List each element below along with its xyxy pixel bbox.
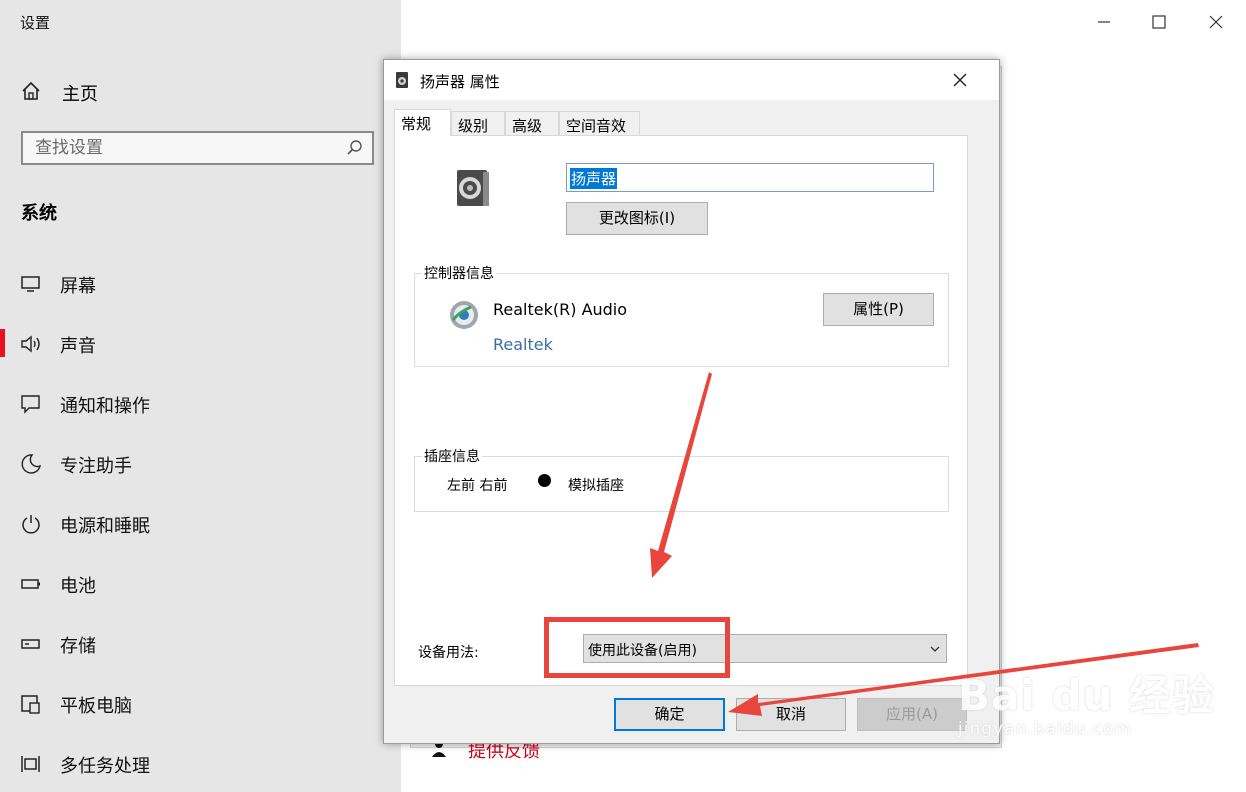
tab-general[interactable]: 常规 bbox=[394, 109, 451, 136]
baidu-watermark: Bai du 经验 jingyan.baidu.com bbox=[958, 662, 1215, 739]
annotation-arrow-down bbox=[650, 372, 712, 578]
watermark-brand: Bai du 经验 bbox=[958, 671, 1215, 720]
